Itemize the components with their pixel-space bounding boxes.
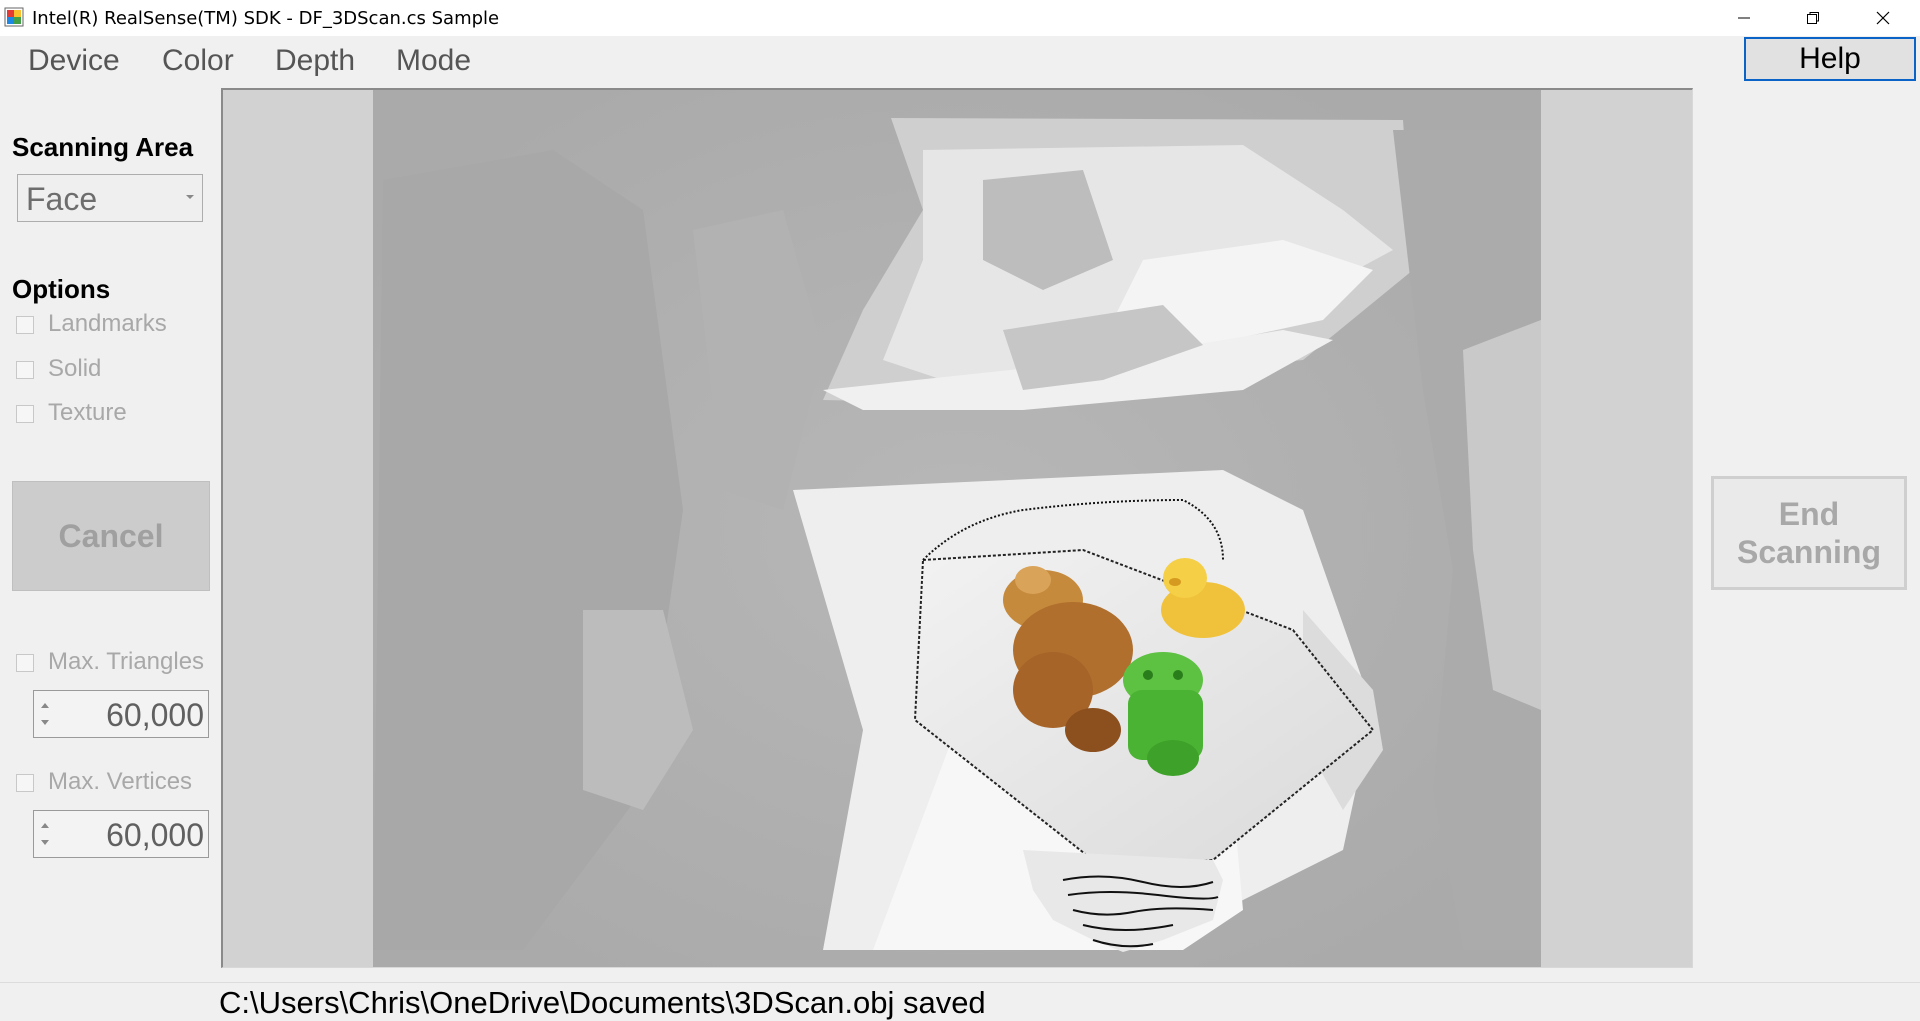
minimize-button[interactable] xyxy=(1709,0,1779,36)
scanning-area-value: Face xyxy=(26,181,98,217)
stepper-arrows-icon[interactable] xyxy=(36,813,58,855)
status-bar: C:\Users\Chris\OneDrive\Documents\3DScan… xyxy=(0,982,1920,1021)
stepper-arrows-icon[interactable] xyxy=(36,693,58,735)
menu-color[interactable]: Color xyxy=(162,44,234,78)
restore-icon xyxy=(1805,10,1821,26)
max-vertices-stepper[interactable]: 60,000 xyxy=(33,810,209,858)
menu-mode[interactable]: Mode xyxy=(396,44,471,78)
checkbox-label: Max. Vertices xyxy=(48,768,193,795)
title-bar: Intel(R) RealSense(TM) SDK - DF_3DScan.c… xyxy=(0,0,1920,36)
menu-depth[interactable]: Depth xyxy=(275,44,355,78)
end-scanning-label: End Scanning xyxy=(1736,496,1881,570)
max-triangles-stepper[interactable]: 60,000 xyxy=(33,690,209,738)
minimize-icon xyxy=(1736,10,1752,26)
menu-bar: Device Color Depth Mode xyxy=(0,36,1920,88)
checkbox-label: Texture xyxy=(48,399,127,426)
max-triangles-value: 60,000 xyxy=(106,697,204,733)
checkbox-box xyxy=(16,361,34,379)
checkbox-box xyxy=(16,405,34,423)
scanning-area-dropdown[interactable]: Face xyxy=(17,174,203,222)
options-label: Options xyxy=(12,274,111,304)
checkbox-box xyxy=(16,774,34,792)
chevron-down-icon xyxy=(186,195,194,199)
scanning-area-label: Scanning Area xyxy=(12,132,194,162)
checkbox-label: Solid xyxy=(48,355,102,382)
checkbox-box xyxy=(16,654,34,672)
max-vertices-value: 60,000 xyxy=(106,817,204,853)
checkbox-label: Max. Triangles xyxy=(48,648,205,675)
menu-device[interactable]: Device xyxy=(28,44,120,78)
end-scanning-button[interactable]: End Scanning xyxy=(1711,476,1907,590)
window-title: Intel(R) RealSense(TM) SDK - DF_3DScan.c… xyxy=(32,8,500,29)
close-icon xyxy=(1875,10,1891,26)
scan-viewport[interactable] xyxy=(221,88,1693,968)
checkbox-box xyxy=(16,316,34,334)
checkbox-label: Landmarks xyxy=(48,310,167,337)
restore-button[interactable] xyxy=(1778,0,1848,36)
close-button[interactable] xyxy=(1848,0,1918,36)
depth-image xyxy=(223,90,1692,967)
status-message: C:\Users\Chris\OneDrive\Documents\3DScan… xyxy=(219,985,986,1020)
help-button[interactable]: Help xyxy=(1744,37,1916,81)
app-icon xyxy=(4,7,24,27)
cancel-button[interactable]: Cancel xyxy=(12,481,210,591)
